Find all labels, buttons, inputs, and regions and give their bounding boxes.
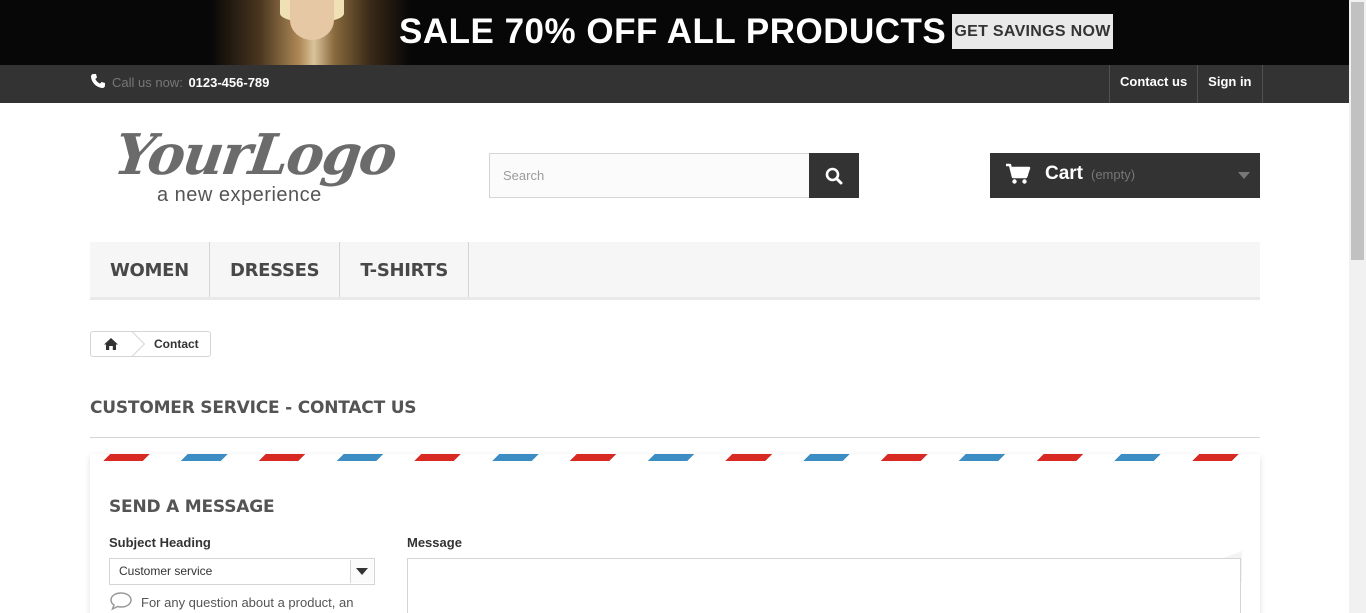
menu-item-t-shirts[interactable]: T-SHIRTS	[340, 242, 470, 297]
subject-hint-text: For any question about a product, an	[141, 595, 354, 610]
search-input[interactable]	[489, 153, 809, 198]
speech-bubble-icon	[110, 592, 132, 611]
search-icon	[825, 167, 843, 184]
sign-in-link[interactable]: Sign in	[1197, 65, 1263, 103]
phone-icon	[91, 74, 105, 88]
subject-heading-value: Customer service	[119, 564, 213, 578]
page-scrollbar[interactable]	[1349, 0, 1366, 613]
cart-label: Cart	[1045, 163, 1084, 184]
message-label: Message	[407, 535, 462, 550]
chevron-down-icon	[350, 560, 373, 583]
contact-us-link[interactable]: Contact us	[1109, 65, 1197, 103]
banner-model-face	[290, 0, 334, 40]
logo-wordmark: YourLogo	[110, 122, 400, 188]
chevron-down-icon	[1238, 172, 1250, 179]
scrollbar-thumb[interactable]	[1351, 2, 1364, 260]
menu-item-women[interactable]: WOMEN	[90, 242, 210, 297]
search-form	[489, 153, 859, 198]
page-title: CUSTOMER SERVICE - CONTACT US	[90, 398, 1260, 438]
logo-tagline: a new experience	[157, 184, 322, 206]
breadcrumb-separator	[131, 332, 145, 356]
search-button[interactable]	[809, 153, 859, 198]
call-us-label: Call us now:	[112, 75, 183, 90]
cart-status: (empty)	[1091, 167, 1136, 182]
phone-number: 0123-456-789	[188, 75, 270, 90]
cart-icon	[1006, 163, 1031, 184]
menu-item-dresses[interactable]: DRESSES	[210, 242, 341, 297]
top-nav-bar: Call us now: 0123-456-789 Contact us Sig…	[0, 65, 1349, 103]
call-us: Call us now: 0123-456-789	[90, 73, 269, 90]
get-savings-button[interactable]: GET SAVINGS NOW	[952, 14, 1113, 49]
site-logo[interactable]: YourLogo a new experience	[110, 122, 400, 212]
contact-form: SEND A MESSAGE Subject Heading Customer …	[90, 454, 1260, 613]
message-textarea[interactable]	[407, 558, 1241, 613]
home-icon	[104, 338, 118, 350]
subject-hint: For any question about a product, an	[109, 591, 353, 611]
cart-button[interactable]: Cart (empty)	[990, 153, 1260, 198]
breadcrumb-home[interactable]	[91, 332, 131, 356]
airmail-stripes	[90, 454, 1260, 461]
subject-heading-label: Subject Heading	[109, 535, 211, 550]
promo-banner[interactable]: SALE 70% OFF ALL PRODUCTS GET SAVINGS NO…	[0, 0, 1349, 65]
subject-heading-select[interactable]: Customer service	[109, 558, 375, 585]
account-links: Contact us Sign in	[1109, 65, 1263, 103]
banner-headline: SALE 70% OFF ALL PRODUCTS	[399, 12, 947, 51]
form-title: SEND A MESSAGE	[109, 497, 275, 517]
breadcrumb: Contact	[90, 331, 211, 357]
main-menu: WOMEN DRESSES T-SHIRTS	[90, 242, 1260, 300]
breadcrumb-current: Contact	[154, 337, 199, 351]
